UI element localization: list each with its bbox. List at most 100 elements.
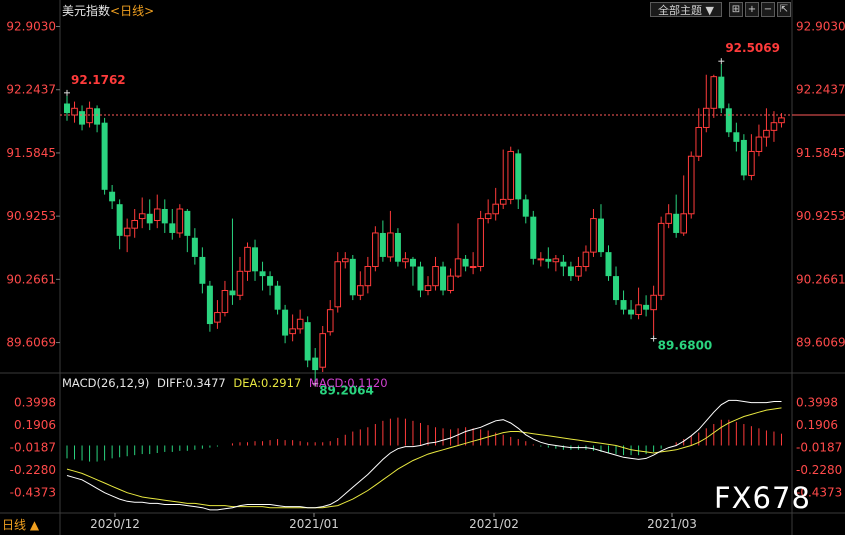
candle-body-up bbox=[590, 218, 597, 253]
candle-body-down bbox=[725, 108, 732, 133]
candle-body-up bbox=[138, 213, 146, 220]
candle-body-down bbox=[101, 122, 108, 190]
candle-body-up bbox=[650, 294, 657, 311]
candle-body-down bbox=[605, 252, 612, 277]
candle-body-up bbox=[755, 136, 763, 152]
annotation-high-right: 92.5069 bbox=[725, 41, 780, 55]
candle-body-down bbox=[597, 218, 604, 253]
candle-body-down bbox=[169, 223, 176, 233]
candle-body-down bbox=[274, 285, 281, 310]
macd-dea: DEA:0.2917 bbox=[233, 376, 302, 390]
candle-body-up bbox=[289, 328, 296, 335]
period-selector[interactable]: 日线 ▲ bbox=[2, 516, 39, 533]
candle-body-down bbox=[64, 103, 70, 114]
instrument-title: 美元指数<日线> bbox=[62, 2, 154, 19]
candle-body-up bbox=[447, 275, 454, 291]
period-label[interactable]: <日线> bbox=[110, 4, 154, 18]
dropdown-triangle-icon: ▼ bbox=[705, 4, 714, 17]
candle-body-up bbox=[710, 76, 718, 109]
candle-body-up bbox=[770, 122, 778, 131]
candle-body-up bbox=[552, 258, 560, 263]
zoom-in-icon[interactable]: + bbox=[745, 2, 759, 17]
macd-tick-right: 0.1906 bbox=[796, 418, 838, 432]
candle-body-up bbox=[357, 285, 364, 296]
price-tick-left: 91.5845 bbox=[6, 146, 56, 160]
candle-body-down bbox=[312, 357, 319, 371]
candle-body-up bbox=[244, 246, 251, 272]
candle-body-down bbox=[379, 232, 386, 257]
macd-diff: DIFF:0.3477 bbox=[157, 376, 226, 390]
macd-name: MACD(26,12,9) bbox=[62, 376, 150, 390]
candle-body-up bbox=[499, 198, 507, 205]
price-tick-right: 92.9030 bbox=[796, 20, 845, 34]
price-tick-right: 91.5845 bbox=[796, 146, 845, 160]
candle-body-up bbox=[695, 126, 703, 157]
candle-body-down bbox=[199, 256, 206, 284]
candle-body-up bbox=[702, 107, 710, 128]
candle-body-down bbox=[116, 204, 123, 236]
candle-body-down bbox=[161, 208, 168, 224]
candle-body-up bbox=[492, 203, 499, 215]
watermark-logo: FX678 bbox=[714, 481, 811, 515]
candle-body-down bbox=[740, 139, 747, 176]
candle-body-down bbox=[643, 304, 650, 310]
price-tick-left: 92.2437 bbox=[6, 83, 56, 97]
date-label: 2020/12 bbox=[90, 517, 140, 531]
macd-tick-left: -0.4373 bbox=[10, 485, 56, 499]
diff-line bbox=[66, 399, 782, 511]
candle-body-down bbox=[628, 309, 635, 315]
candle-body-down bbox=[515, 153, 522, 200]
candle-body-up bbox=[334, 261, 342, 308]
candle-body-up bbox=[176, 208, 184, 234]
candle-body-up bbox=[364, 266, 372, 287]
candle-body-up bbox=[477, 218, 484, 268]
macd-tick-right: 0.3998 bbox=[796, 396, 838, 410]
candle-body-down bbox=[440, 266, 447, 291]
candle-body-up bbox=[507, 150, 515, 200]
price-axis: 92.9030 92.9030 92.2437 92.2437 91.5845 91.58… bbox=[6, 20, 845, 350]
candle-body-up bbox=[537, 258, 545, 261]
candle-body-down bbox=[673, 213, 680, 233]
candle-body-down bbox=[613, 276, 620, 301]
macd-tick-right: -0.2280 bbox=[796, 463, 842, 477]
candle-body-up bbox=[748, 150, 755, 176]
candle-body-up bbox=[454, 258, 462, 277]
macd-tick-left: 0.1906 bbox=[14, 418, 56, 432]
candle-body-down bbox=[184, 210, 191, 236]
candle-body-up bbox=[432, 266, 439, 287]
candle-body-up bbox=[657, 222, 665, 296]
candle-body-up bbox=[763, 129, 770, 138]
macd-value: MACD:0.1120 bbox=[308, 376, 388, 390]
zoom-out-icon[interactable]: − bbox=[761, 2, 775, 17]
candle-body-down bbox=[560, 261, 567, 267]
date-label: 2021/02 bbox=[469, 517, 519, 531]
candle-body-down bbox=[109, 191, 116, 202]
macd-series bbox=[66, 399, 782, 511]
candle-body-down bbox=[522, 199, 529, 217]
fit-icon[interactable]: ⊞ bbox=[729, 2, 743, 17]
macd-legend: MACD(26,12,9) DIFF:0.3477 DEA:0.2917 MAC… bbox=[62, 376, 392, 390]
candle-body-down bbox=[259, 271, 266, 277]
theme-dropdown-button[interactable]: 全部主题 ▼ bbox=[650, 2, 722, 17]
candle-body-up bbox=[687, 155, 695, 215]
candle-body-down bbox=[718, 76, 725, 109]
candle-body-up bbox=[131, 219, 138, 229]
candle-body-down bbox=[417, 266, 424, 291]
price-tick-left: 92.9030 bbox=[6, 20, 56, 34]
candle-body-up bbox=[296, 318, 304, 330]
instrument-name: 美元指数 bbox=[62, 4, 111, 18]
candle-body-down bbox=[530, 216, 537, 259]
price-tick-left: 90.2661 bbox=[6, 272, 56, 286]
candle-body-up bbox=[372, 232, 379, 268]
candle-body-up bbox=[424, 285, 432, 291]
candle-body-up bbox=[665, 213, 672, 224]
expand-icon[interactable]: ⇱ bbox=[777, 2, 791, 17]
candle-body-down bbox=[206, 285, 213, 325]
annotation-high-left: 92.1762 bbox=[71, 73, 126, 87]
candle-body-down bbox=[146, 213, 153, 224]
candle-body-down bbox=[462, 258, 469, 267]
price-tick-left: 90.9253 bbox=[6, 209, 56, 223]
candle-body-down bbox=[545, 258, 552, 262]
price-tick-right: 89.6069 bbox=[796, 336, 845, 350]
price-tick-left: 89.6069 bbox=[6, 336, 56, 350]
